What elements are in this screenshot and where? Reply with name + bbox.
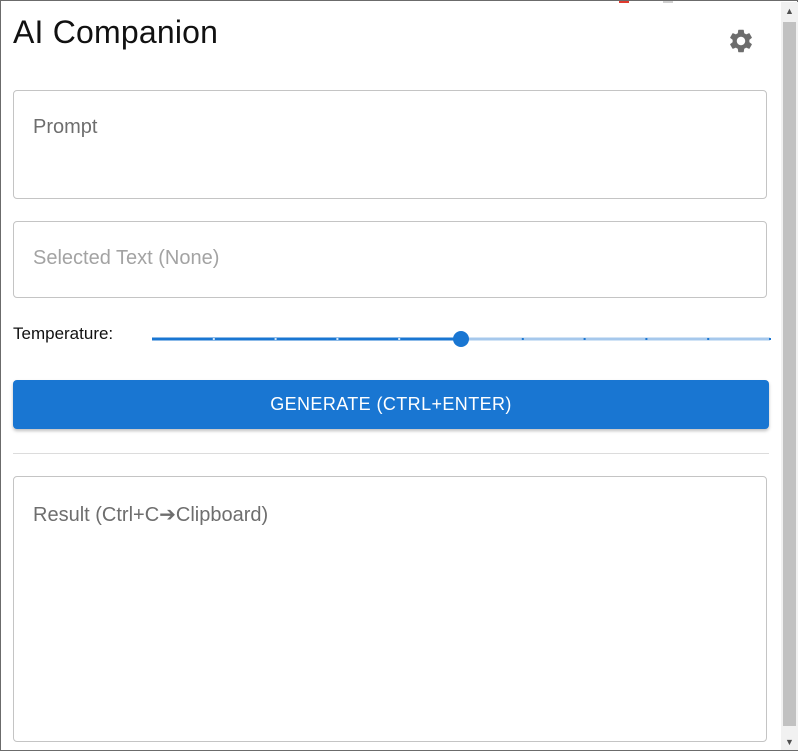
temperature-label: Temperature: <box>13 324 114 343</box>
slider-thumb[interactable] <box>453 331 469 347</box>
slider-mark <box>583 338 586 340</box>
scrollbar-thumb[interactable] <box>783 22 796 726</box>
window-edge-mark <box>619 1 629 3</box>
slider-mark <box>645 338 648 340</box>
window-edge-mark-secondary <box>663 1 673 3</box>
slider-mark <box>769 338 771 340</box>
arrow-up-icon[interactable]: ▲ <box>781 2 798 19</box>
temperature-slider[interactable] <box>151 327 771 351</box>
page-title: AI Companion <box>13 14 219 50</box>
result-output[interactable]: Result (Ctrl+C➔Clipboard) <box>13 476 767 742</box>
generate-button[interactable]: GENERATE (CTRL+ENTER) <box>13 380 769 429</box>
prompt-input[interactable]: Prompt <box>13 90 767 199</box>
prompt-placeholder: Prompt <box>33 116 98 138</box>
slider-mark <box>398 338 401 340</box>
arrow-down-icon[interactable]: ▼ <box>781 733 798 750</box>
vertical-scrollbar[interactable]: ▲ ▼ <box>781 2 798 750</box>
result-placeholder: Result (Ctrl+C➔Clipboard) <box>33 504 269 526</box>
gear-icon[interactable] <box>727 27 755 55</box>
slider-mark <box>274 338 277 340</box>
selected-text-field[interactable]: Selected Text (None) <box>13 221 767 298</box>
slider-mark <box>212 338 215 340</box>
selected-text-placeholder: Selected Text (None) <box>33 247 220 269</box>
slider-mark <box>336 338 339 340</box>
slider-mark <box>521 338 524 340</box>
slider-mark <box>707 338 710 340</box>
divider <box>13 453 769 454</box>
app-window: AI Companion Prompt Selected Text (None)… <box>0 0 798 751</box>
